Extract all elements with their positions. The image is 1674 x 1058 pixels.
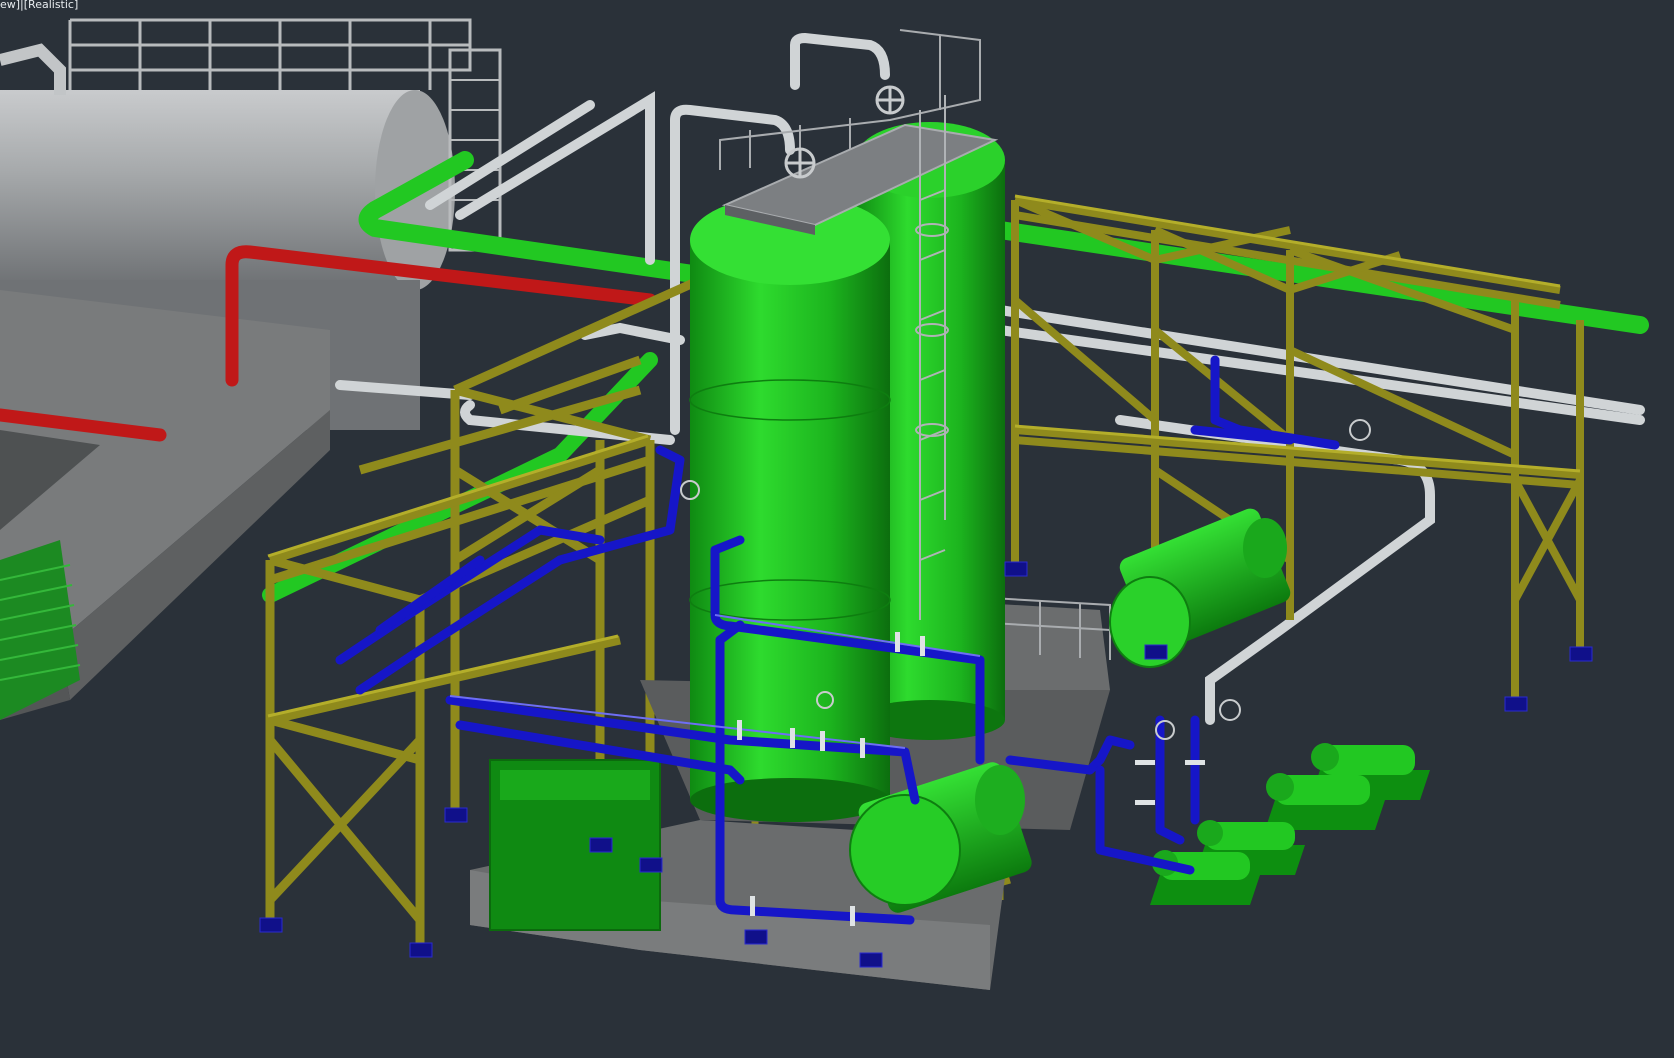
concrete-basin — [0, 290, 330, 720]
pump-4 — [1150, 850, 1260, 905]
viewport-visual-style-label[interactable]: ew]|[Realistic] — [0, 0, 78, 11]
pump-2 — [1265, 773, 1385, 830]
3d-viewport[interactable]: ew]|[Realistic] — [0, 0, 1674, 1058]
plant-3d-model[interactable] — [0, 0, 1674, 1058]
